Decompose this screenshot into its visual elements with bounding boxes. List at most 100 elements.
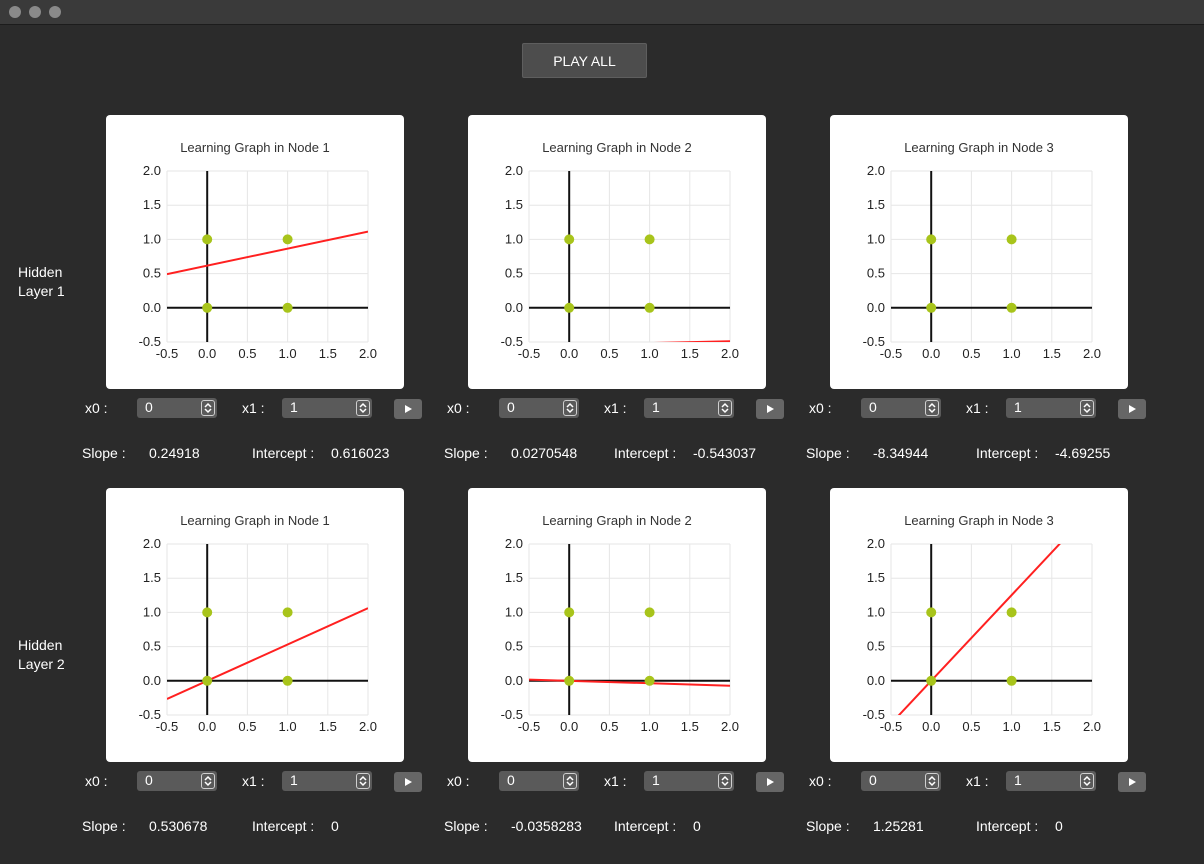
learning-graph-chart: Learning Graph in Node 1 -0.5 0.0 0.5 1.0 1.5…: [139, 140, 377, 361]
y-tick-label: 1.0: [143, 231, 161, 246]
x0-label: x0 :: [809, 400, 832, 416]
x1-value: 1: [1014, 772, 1022, 788]
y-tick-label: 1.0: [505, 231, 523, 246]
x1-spinbox[interactable]: 1: [1006, 398, 1096, 418]
stepper-arrows-icon[interactable]: [1080, 400, 1094, 416]
learning-graph-chart: Learning Graph in Node 3 -0.5 0.0 0.5 1.0 1.5…: [863, 513, 1101, 734]
slope-value: 0.24918: [149, 445, 200, 461]
x0-spinbox[interactable]: 0: [499, 398, 579, 418]
layer-label-2: Hidden Layer 2: [18, 636, 78, 674]
data-point: [564, 234, 575, 245]
data-point: [282, 302, 293, 313]
y-tick-label: 1.5: [505, 197, 523, 212]
learning-graph-panel: Learning Graph in Node 2 -0.5 0.0 0.5 1.0 1.5…: [468, 488, 766, 762]
stepper-arrows-icon[interactable]: [201, 773, 215, 789]
decision-boundary-line: [897, 544, 1061, 715]
x0-value: 0: [869, 399, 877, 415]
x-tick-label: 1.0: [641, 719, 659, 734]
stepper-arrows-icon[interactable]: [925, 400, 939, 416]
play-node-button[interactable]: [756, 399, 784, 419]
play-node-button[interactable]: [756, 772, 784, 792]
play-node-button[interactable]: [1118, 772, 1146, 792]
y-tick-label: 0.5: [867, 639, 885, 654]
data-point: [282, 675, 293, 686]
stepper-arrows-icon[interactable]: [201, 400, 215, 416]
x1-spinbox[interactable]: 1: [282, 771, 372, 791]
data-point: [282, 234, 293, 245]
y-tick-label: 2.0: [867, 163, 885, 178]
x-tick-label: 0.0: [922, 719, 940, 734]
data-point: [1006, 607, 1017, 618]
stepper-arrows-icon[interactable]: [718, 773, 732, 789]
stepper-arrows-icon[interactable]: [563, 773, 577, 789]
stepper-arrows-icon[interactable]: [356, 400, 370, 416]
x-tick-label: 1.5: [319, 719, 337, 734]
decision-boundary-line: [167, 607, 368, 700]
intercept-value: 0: [693, 818, 701, 834]
x-tick-label: 2.0: [359, 346, 377, 361]
x1-label: x1 :: [966, 400, 989, 416]
y-tick-label: 2.0: [505, 163, 523, 178]
data-point: [202, 302, 213, 313]
y-tick-label: 1.0: [867, 231, 885, 246]
x-tick-label: 1.0: [641, 346, 659, 361]
slope-label: Slope :: [806, 445, 850, 461]
intercept-label: Intercept :: [252, 445, 315, 461]
y-tick-label: -0.5: [501, 334, 523, 349]
minimize-window-icon[interactable]: [29, 6, 41, 18]
x1-spinbox[interactable]: 1: [644, 771, 734, 791]
play-node-button[interactable]: [1118, 399, 1146, 419]
x-tick-label: 0.0: [198, 719, 216, 734]
play-node-button[interactable]: [394, 772, 422, 792]
data-point: [202, 234, 213, 245]
y-tick-label: 0.0: [143, 300, 161, 315]
chart-title: Learning Graph in Node 2: [542, 140, 692, 155]
slope-value: -8.34944: [873, 445, 929, 461]
x0-label: x0 :: [447, 400, 470, 416]
x0-spinbox[interactable]: 0: [137, 771, 217, 791]
y-tick-label: 0.5: [505, 639, 523, 654]
x-tick-label: 1.5: [681, 346, 699, 361]
x1-spinbox[interactable]: 1: [1006, 771, 1096, 791]
stepper-arrows-icon[interactable]: [925, 773, 939, 789]
stepper-arrows-icon[interactable]: [563, 400, 577, 416]
zoom-window-icon[interactable]: [49, 6, 61, 18]
x0-spinbox[interactable]: 0: [861, 398, 941, 418]
y-tick-label: -0.5: [501, 707, 523, 722]
x0-value: 0: [145, 399, 153, 415]
chart-title: Learning Graph in Node 3: [904, 513, 1054, 528]
play-node-button[interactable]: [394, 399, 422, 419]
x1-spinbox[interactable]: 1: [282, 398, 372, 418]
slope-label: Slope :: [806, 818, 850, 834]
stepper-arrows-icon[interactable]: [356, 773, 370, 789]
x1-spinbox[interactable]: 1: [644, 398, 734, 418]
play-all-button[interactable]: PLAY ALL: [522, 43, 647, 78]
x0-spinbox[interactable]: 0: [499, 771, 579, 791]
x1-label: x1 :: [242, 400, 265, 416]
x1-value: 1: [1014, 399, 1022, 415]
x-tick-label: 2.0: [721, 346, 739, 361]
chart-title: Learning Graph in Node 1: [180, 513, 330, 528]
learning-graph-panel: Learning Graph in Node 1 -0.5 0.0 0.5 1.0 1.5…: [106, 115, 404, 389]
learning-graph-chart: Learning Graph in Node 2 -0.5 0.0 0.5 1.0 1.5…: [501, 513, 739, 734]
x1-label: x1 :: [242, 773, 265, 789]
stepper-arrows-icon[interactable]: [1080, 773, 1094, 789]
y-tick-label: 1.0: [505, 604, 523, 619]
play-icon: [767, 405, 774, 413]
x0-label: x0 :: [85, 773, 108, 789]
close-window-icon[interactable]: [9, 6, 21, 18]
y-tick-label: 1.5: [143, 197, 161, 212]
x1-value: 1: [652, 399, 660, 415]
x0-spinbox[interactable]: 0: [861, 771, 941, 791]
x1-label: x1 :: [604, 400, 627, 416]
stepper-arrows-icon[interactable]: [718, 400, 732, 416]
x0-spinbox[interactable]: 0: [137, 398, 217, 418]
intercept-value: -4.69255: [1055, 445, 1111, 461]
layer-label-line1: Hidden: [18, 637, 63, 653]
x1-label: x1 :: [604, 773, 627, 789]
x1-label: x1 :: [966, 773, 989, 789]
x0-value: 0: [869, 772, 877, 788]
intercept-label: Intercept :: [976, 445, 1039, 461]
layer-label-line2: Layer 1: [18, 283, 65, 299]
data-point: [1006, 234, 1017, 245]
